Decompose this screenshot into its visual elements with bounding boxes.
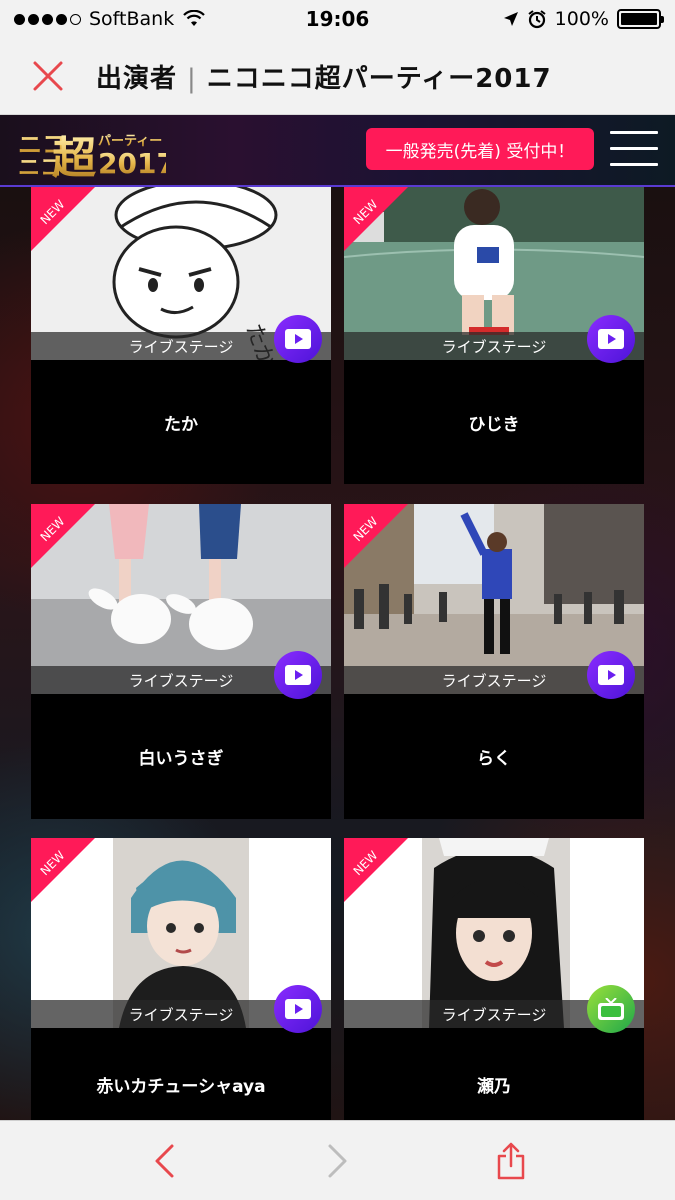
performer-name: 瀬乃 — [477, 1076, 511, 1097]
signal-strength-icon — [14, 13, 81, 25]
tv-icon — [598, 998, 624, 1020]
performer-name: 白いうさぎ — [138, 749, 224, 769]
performer-card[interactable]: NEW ライブステージ 瀬乃 — [344, 838, 644, 1120]
performer-card[interactable]: たか NEW ライブステージ たか — [31, 187, 331, 484]
hamburger-menu-icon[interactable] — [610, 131, 658, 171]
performer-card[interactable]: NEW ライブステージ 赤いカチューシャaya — [31, 838, 331, 1120]
play-video-button[interactable] — [274, 315, 322, 363]
page-title-event: ニコニコ超パーティー2017 — [206, 63, 552, 94]
battery-icon — [617, 9, 664, 29]
new-badge: NEW — [31, 187, 95, 251]
wifi-icon — [183, 10, 206, 26]
performer-name: 赤いカチューシャaya — [96, 1076, 266, 1097]
back-button[interactable] — [142, 1139, 186, 1183]
alarm-clock-icon — [528, 10, 546, 29]
play-icon — [285, 329, 311, 349]
performer-card[interactable]: NEW ライブステージ らく — [344, 504, 644, 819]
performer-card[interactable]: NEW ライブステージ 白いうさぎ — [31, 504, 331, 819]
live-tv-button[interactable] — [587, 985, 635, 1033]
site-header: ニコ ニコ 超 パーティー 2017 一般発売(先着) 受付中！ — [0, 115, 675, 187]
performer-name: たか — [164, 414, 198, 435]
play-icon — [285, 999, 311, 1019]
play-icon — [285, 665, 311, 685]
performer-card[interactable]: NEW ライブステージ ひじき — [344, 187, 644, 484]
new-badge: NEW — [344, 187, 408, 251]
svg-text:超: 超 — [52, 133, 97, 181]
new-badge: NEW — [31, 838, 95, 902]
performer-name: ひじき — [468, 414, 520, 435]
chevron-left-icon — [155, 1144, 174, 1178]
close-button[interactable] — [0, 38, 96, 115]
play-video-button[interactable] — [274, 651, 322, 699]
chevron-right-icon — [328, 1144, 347, 1178]
play-icon — [598, 329, 624, 349]
new-badge: NEW — [344, 838, 408, 902]
page-title: 出演者 | ニコニコ超パーティー2017 — [96, 58, 552, 95]
new-badge: NEW — [31, 504, 95, 568]
new-badge: NEW — [344, 504, 408, 568]
share-icon — [497, 1142, 525, 1180]
clock: 19:06 — [305, 7, 370, 31]
play-icon — [598, 665, 624, 685]
close-icon — [33, 61, 63, 91]
carrier-name: SoftBank — [89, 8, 175, 30]
play-video-button[interactable] — [587, 315, 635, 363]
navigation-bar: 出演者 | ニコニコ超パーティー2017 — [0, 38, 675, 115]
battery-percent: 100% — [554, 8, 609, 30]
title-separator: | — [187, 63, 197, 94]
niconico-chou-party-logo[interactable]: ニコ ニコ 超 パーティー 2017 — [16, 123, 166, 181]
location-arrow-icon — [503, 12, 518, 26]
svg-text:2017: 2017 — [98, 147, 166, 180]
play-video-button[interactable] — [274, 985, 322, 1033]
page-title-section: 出演者 — [96, 63, 178, 94]
general-sale-button[interactable]: 一般発売(先着) 受付中！ — [366, 128, 594, 170]
status-bar: SoftBank 19:06 100% — [0, 0, 675, 38]
performer-grid: たか NEW ライブステージ たか — [0, 187, 675, 1120]
play-video-button[interactable] — [587, 651, 635, 699]
forward-button[interactable] — [316, 1139, 360, 1183]
performer-name: らく — [477, 749, 511, 769]
browser-toolbar — [0, 1120, 675, 1200]
share-button[interactable] — [489, 1139, 533, 1183]
